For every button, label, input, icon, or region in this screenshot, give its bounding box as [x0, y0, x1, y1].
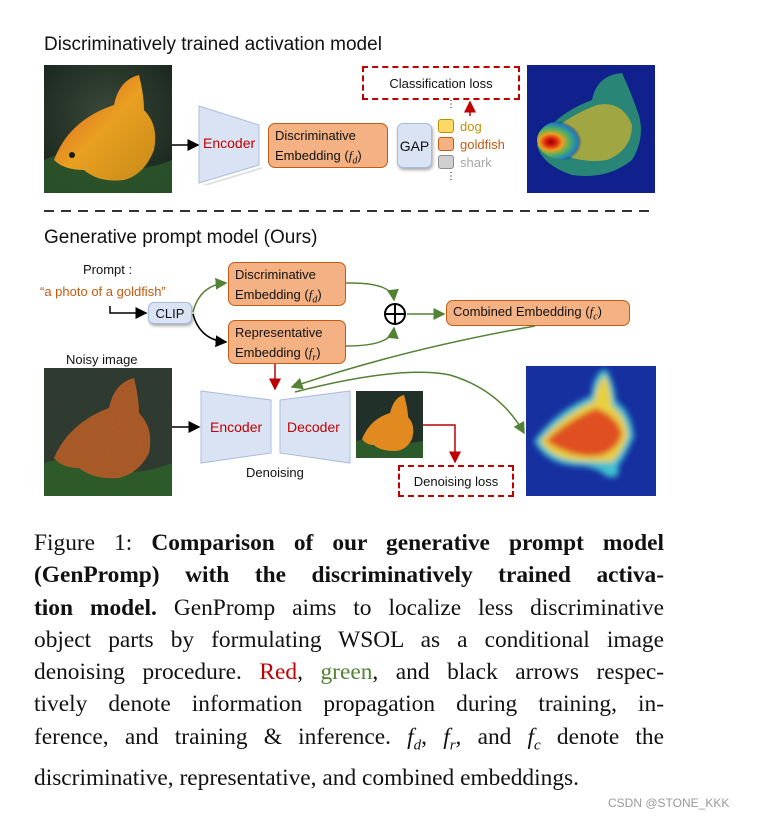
combined-embedding-text: Combined Embedding ( [453, 304, 590, 319]
caption-line: (GenPromp) with the discriminatively tra… [34, 559, 664, 591]
top-discriminative-embedding: Discriminative Embedding (fd) [268, 123, 388, 168]
rep-embedding-close: ) [316, 345, 321, 360]
bottom-heatmap-graphic [526, 366, 656, 496]
noisy-image-label: Noisy image [66, 352, 138, 367]
bottom-activation-heatmap [526, 366, 656, 496]
rep-embedding-line1: Representative [235, 325, 323, 340]
caption-text: Red [259, 659, 298, 686]
caption-text: tion model. [34, 594, 157, 621]
top-heatmap-graphic [527, 65, 655, 193]
denoising-label: Denoising [246, 465, 304, 480]
top-embedding-line1: Discriminative [275, 128, 356, 143]
watermark: CSDN @STONE_KKK [608, 796, 730, 810]
denoised-photo-graphic [356, 391, 423, 458]
top-embedding-close: ) [357, 148, 362, 163]
caption-text: Figure 1: [34, 530, 152, 556]
rep-embedding-line2: Embedding (fr) [235, 343, 339, 369]
caption-line: discriminative, representative, and comb… [34, 762, 664, 794]
denoised-goldfish-photo [356, 391, 423, 458]
class-box-shark [438, 155, 454, 169]
clip-module: CLIP [148, 302, 192, 324]
caption-line: tion model. GenPromp aims to localize le… [34, 592, 664, 624]
caption-text: denoising procedure. [34, 659, 260, 686]
bottom-discriminative-embedding: Discriminative Embedding (fd) [228, 262, 346, 306]
noisy-photo-graphic [44, 368, 172, 496]
combine-plus-icon [384, 303, 406, 325]
disc-embedding-line2: Embedding (fd) [235, 285, 339, 311]
ellipsis-top: ⋮ [446, 99, 456, 110]
caption-text: object parts by formulating WSOL as a co… [34, 626, 664, 653]
arrow-denoised-to-loss [423, 424, 461, 464]
gap-module: GAP [397, 123, 432, 168]
caption-line: denoising procedure. Red, green, and bla… [34, 656, 664, 688]
rep-embedding-text: Embedding ( [235, 345, 309, 360]
class-box-goldfish [438, 137, 454, 151]
class-label-dog: dog [460, 119, 482, 134]
top-encoder-label: Encoder [203, 135, 256, 151]
goldfish-photo [44, 65, 172, 193]
caption-text: tively denote information propagation du… [34, 691, 664, 718]
disc-embedding-text: Embedding ( [235, 287, 309, 302]
caption-text: Comparison of our generative prompt mode… [151, 530, 664, 556]
top-section-title: Discriminatively trained activation mode… [44, 34, 382, 55]
top-embedding-text: Embedding ( [275, 148, 349, 163]
arrow-clip-to-representative [192, 313, 228, 348]
caption-text: green [320, 659, 373, 686]
bottom-encoder-label: Encoder [210, 419, 263, 435]
caption-text: GenPromp aims to localize less discrimin… [156, 594, 664, 621]
caption-text: , and black arrows respec- [372, 659, 664, 686]
denoising-loss-box: Denoising loss [398, 465, 514, 497]
combined-embedding: Combined Embedding (fc) [446, 300, 630, 326]
combined-embedding-close: ) [597, 304, 602, 319]
class-label-shark: shark [460, 155, 492, 170]
caption-line: Figure 1: Comparison of our generative p… [34, 527, 664, 559]
ellipsis-bottom: ⋮ [446, 171, 456, 182]
caption-text: (GenPromp) with the discriminatively tra… [34, 562, 664, 589]
top-activation-heatmap [527, 65, 655, 193]
decoder-label: Decoder [287, 419, 340, 435]
prompt-label: Prompt : [83, 262, 133, 277]
section-separator [44, 210, 656, 212]
arrow-discriminative-to-plus [345, 282, 399, 302]
caption-line: ference, and training & inference. fd, f… [34, 721, 664, 762]
arrow-prompt-to-clip [109, 306, 148, 319]
class-box-dog [438, 119, 454, 133]
caption-text: denote the [540, 723, 664, 750]
caption-text: , [421, 723, 444, 750]
caption-line: tively denote information propagation du… [34, 688, 664, 720]
caption-line: object parts by formulating WSOL as a co… [34, 624, 664, 656]
arrow-representative-to-plus [345, 326, 399, 347]
figure-caption: Figure 1: Comparison of our generative p… [34, 527, 664, 794]
caption-text: ference, and training & inference. [34, 723, 408, 750]
class-label-goldfish: goldfish [460, 137, 505, 152]
goldfish-photo-graphic [44, 65, 172, 193]
noisy-goldfish-photo [44, 368, 172, 496]
top-embedding-line2: Embedding (fd) [275, 146, 381, 172]
caption-text: , and [455, 723, 528, 750]
caption-text: c [534, 737, 541, 754]
bottom-section-title: Generative prompt model (Ours) [44, 227, 318, 248]
arrow-clip-to-discriminative [192, 277, 228, 313]
caption-text: , [297, 659, 321, 686]
disc-embedding-close: ) [317, 287, 322, 302]
classification-loss-box: Classification loss [362, 66, 520, 100]
caption-text: discriminative, representative, and comb… [34, 764, 579, 791]
representative-embedding: Representative Embedding (fr) [228, 320, 346, 364]
disc-embedding-line1: Discriminative [235, 267, 316, 282]
prompt-text: “a photo of a goldfish” [40, 284, 166, 299]
